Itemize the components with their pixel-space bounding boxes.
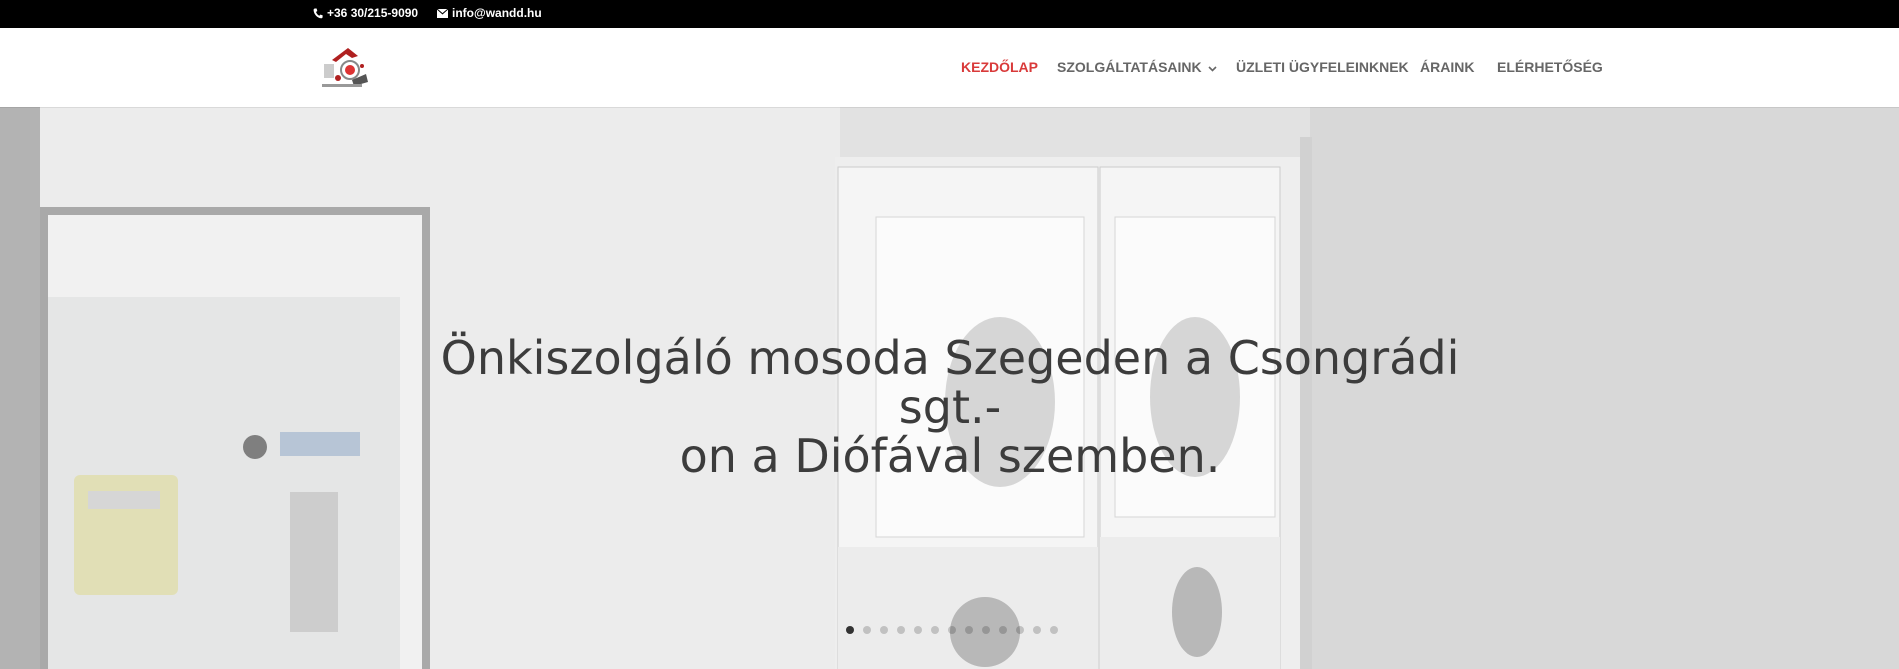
hero-title-line-2: on a Diófával szemben. xyxy=(679,429,1221,483)
hero-slider: Önkiszolgáló mosoda Szegeden a Csongrádi… xyxy=(0,107,1899,669)
nav-uzleti-ugyfeleinknek[interactable]: ÜZLETI ÜGYFELEINKNEK xyxy=(1236,59,1409,75)
slider-pagination xyxy=(846,626,1058,634)
top-bar-phone[interactable]: +36 30/215-9090 xyxy=(313,0,418,26)
slider-dot[interactable] xyxy=(863,626,871,634)
slider-dot[interactable] xyxy=(982,626,990,634)
envelope-icon xyxy=(437,8,448,18)
slider-dot[interactable] xyxy=(1050,626,1058,634)
phone-number: +36 30/215-9090 xyxy=(327,6,419,20)
slider-dot[interactable] xyxy=(914,626,922,634)
nav-araink[interactable]: ÁRAINK xyxy=(1420,59,1474,75)
nav-elerhetoseg[interactable]: ELÉRHETŐSÉG xyxy=(1497,59,1603,75)
top-bar-email[interactable]: info@wandd.hu xyxy=(437,0,542,26)
phone-icon xyxy=(313,8,323,19)
chevron-down-icon xyxy=(1208,59,1217,75)
slider-dot[interactable] xyxy=(965,626,973,634)
site-header: KEZDŐLAP SZOLGÁLTATÁSAINK ÜZLETI ÜGYFELE… xyxy=(0,28,1899,107)
slider-dot[interactable] xyxy=(931,626,939,634)
hero-title: Önkiszolgáló mosoda Szegeden a Csongrádi… xyxy=(430,334,1470,481)
slider-dot[interactable] xyxy=(999,626,1007,634)
slider-dot[interactable] xyxy=(846,626,854,634)
slider-dot[interactable] xyxy=(1016,626,1024,634)
nav-szolgaltatasaink[interactable]: SZOLGÁLTATÁSAINK xyxy=(1057,59,1217,75)
email-address: info@wandd.hu xyxy=(452,6,542,20)
slider-dot[interactable] xyxy=(897,626,905,634)
slider-dot[interactable] xyxy=(880,626,888,634)
nav-szolgaltatasaink-label: SZOLGÁLTATÁSAINK xyxy=(1057,59,1202,75)
hero-title-line-1: Önkiszolgáló mosoda Szegeden a Csongrádi… xyxy=(440,331,1460,434)
slider-dot[interactable] xyxy=(1033,626,1041,634)
nav-kezdolap[interactable]: KEZDŐLAP xyxy=(961,59,1038,75)
wandd-logo-icon[interactable] xyxy=(312,42,376,92)
slider-dot[interactable] xyxy=(948,626,956,634)
top-bar: +36 30/215-9090 info@wandd.hu xyxy=(0,0,1899,28)
